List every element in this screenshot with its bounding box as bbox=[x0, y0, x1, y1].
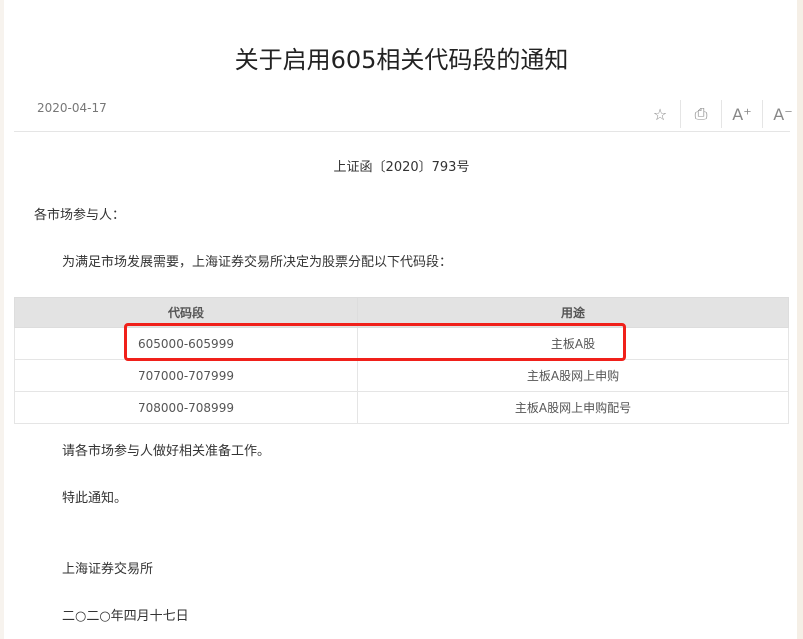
doc-number: 上证函〔2020〕793号 bbox=[333, 160, 470, 175]
cell-usage: 主板A股网上申购 bbox=[357, 359, 789, 392]
table-row: 707000-707999 主板A股网上申购 bbox=[14, 359, 789, 392]
scrollbar[interactable] bbox=[797, 0, 803, 639]
intro-paragraph: 为满足市场发展需要，上海证券交易所决定为股票分配以下代码段： bbox=[62, 255, 453, 270]
cell-code-range: 708000-708999 bbox=[14, 391, 358, 424]
page-title: 关于启用605相关代码段的通知 bbox=[234, 46, 569, 74]
sign-date: 二○二○年四月十七日 bbox=[62, 609, 189, 624]
cell-code-range: 707000-707999 bbox=[14, 359, 358, 392]
request-paragraph: 请各市场参与人做好相关准备工作。 bbox=[62, 444, 271, 459]
closing: 特此通知。 bbox=[62, 491, 128, 506]
signer: 上海证券交易所 bbox=[62, 562, 154, 577]
publish-date: 2020-04-17 bbox=[37, 101, 107, 115]
divider bbox=[14, 131, 790, 132]
font-decrease-icon[interactable]: A⁻ bbox=[763, 100, 803, 128]
table-row: 708000-708999 主板A股网上申购配号 bbox=[14, 391, 789, 424]
cell-usage: 主板A股网上申购配号 bbox=[357, 391, 789, 424]
salutation: 各市场参与人： bbox=[34, 208, 126, 223]
star-icon[interactable]: ☆ bbox=[640, 100, 681, 128]
font-increase-icon[interactable]: A⁺ bbox=[722, 100, 763, 128]
print-icon[interactable]: ⎙ bbox=[681, 100, 722, 128]
toolbar: ☆ ⎙ A⁺ A⁻ bbox=[640, 100, 803, 128]
highlight-box bbox=[124, 323, 626, 361]
